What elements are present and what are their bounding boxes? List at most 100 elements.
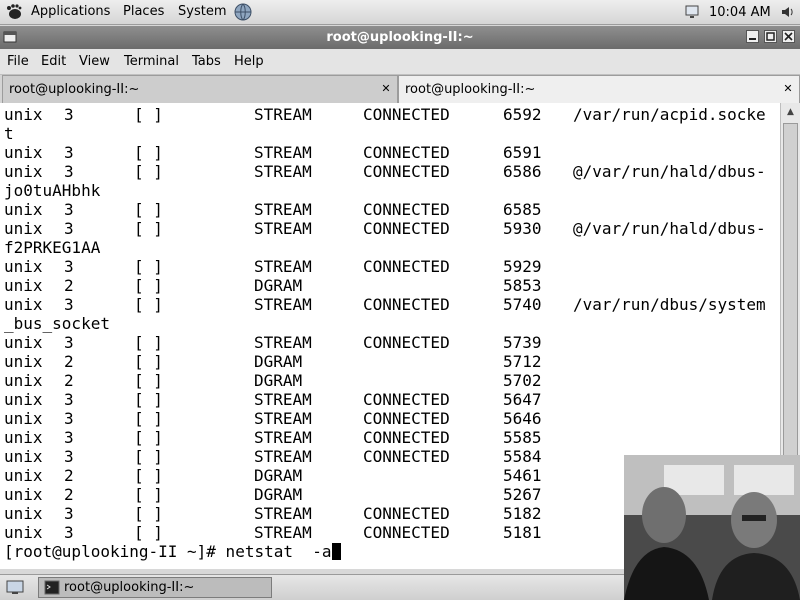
proto-cell: unix — [4, 257, 43, 276]
proto-cell: unix — [4, 295, 43, 314]
inode-cell: 6585 — [503, 200, 542, 219]
inode-cell: 5740 — [503, 295, 542, 314]
inode-cell: 6591 — [503, 143, 542, 162]
volume-icon[interactable] — [780, 4, 796, 20]
menu-tabs[interactable]: Tabs — [192, 54, 221, 69]
flags-cell: [ ] — [134, 162, 163, 181]
inode-cell: 5182 — [503, 504, 542, 523]
type-cell: STREAM — [254, 428, 312, 447]
proto-cell: unix — [4, 162, 43, 181]
type-cell: STREAM — [254, 504, 312, 523]
shell-prompt-line[interactable]: [root@uplooking-II ~]# netstat -a — [4, 542, 341, 561]
state-cell: CONNECTED — [363, 523, 450, 542]
state-cell: CONNECTED — [363, 219, 450, 238]
system-menu[interactable]: System — [178, 4, 226, 19]
state-cell: CONNECTED — [363, 105, 450, 124]
refcnt-cell: 2 — [64, 485, 74, 504]
type-cell: DGRAM — [254, 352, 303, 371]
refcnt-cell: 3 — [64, 257, 74, 276]
flags-cell: [ ] — [134, 371, 163, 390]
tab-terminal-2[interactable]: root@uplooking-II:~ ✕ — [398, 75, 800, 103]
refcnt-cell: 3 — [64, 162, 74, 181]
show-desktop-icon[interactable] — [6, 579, 24, 595]
type-cell: STREAM — [254, 219, 312, 238]
state-cell: CONNECTED — [363, 162, 450, 181]
clock[interactable]: 10:04 AM — [709, 5, 771, 20]
refcnt-cell: 3 — [64, 295, 74, 314]
state-cell: CONNECTED — [363, 447, 450, 466]
refcnt-cell: 3 — [64, 105, 74, 124]
taskbar-window-button[interactable]: root@uplooking-II:~ — [38, 577, 272, 598]
tab-label: root@uplooking-II:~ — [405, 82, 536, 97]
proto-cell: unix — [4, 428, 43, 447]
state-cell: CONNECTED — [363, 257, 450, 276]
top-panel: Applications Places System 10:04 AM — [0, 0, 800, 25]
flags-cell: [ ] — [134, 447, 163, 466]
flags-cell: [ ] — [134, 485, 163, 504]
type-cell: STREAM — [254, 295, 312, 314]
proto-cell: unix — [4, 390, 43, 409]
tab-terminal-1[interactable]: root@uplooking-II:~ ✕ — [2, 75, 398, 103]
tab-bar: root@uplooking-II:~ ✕ root@uplooking-II:… — [0, 75, 800, 103]
wrapped-text: jo0tuAHbhk — [4, 181, 101, 200]
flags-cell: [ ] — [134, 105, 163, 124]
type-cell: STREAM — [254, 105, 312, 124]
refcnt-cell: 3 — [64, 219, 74, 238]
flags-cell: [ ] — [134, 409, 163, 428]
globe-icon[interactable] — [233, 2, 253, 22]
refcnt-cell: 3 — [64, 504, 74, 523]
menu-edit[interactable]: Edit — [41, 54, 66, 69]
state-cell: CONNECTED — [363, 390, 450, 409]
close-icon[interactable]: ✕ — [781, 82, 795, 96]
refcnt-cell: 2 — [64, 352, 74, 371]
refcnt-cell: 3 — [64, 523, 74, 542]
maximize-icon[interactable] — [764, 30, 777, 43]
menu-terminal[interactable]: Terminal — [124, 54, 179, 69]
menu-file[interactable]: File — [7, 54, 29, 69]
close-icon[interactable] — [782, 30, 795, 43]
scroll-up-icon[interactable]: ▲ — [783, 105, 798, 120]
state-cell: CONNECTED — [363, 409, 450, 428]
state-cell: CONNECTED — [363, 295, 450, 314]
state-cell: CONNECTED — [363, 333, 450, 352]
terminal-wrapped-line: jo0tuAHbhk — [4, 181, 100, 200]
state-cell: CONNECTED — [363, 428, 450, 447]
type-cell: STREAM — [254, 257, 312, 276]
inode-cell: 5267 — [503, 485, 542, 504]
inode-cell: 5702 — [503, 371, 542, 390]
places-menu[interactable]: Places — [123, 4, 164, 19]
menu-view[interactable]: View — [79, 54, 110, 69]
type-cell: STREAM — [254, 162, 312, 181]
refcnt-cell: 3 — [64, 143, 74, 162]
proto-cell: unix — [4, 371, 43, 390]
inode-cell: 6586 — [503, 162, 542, 181]
proto-cell: unix — [4, 333, 43, 352]
state-cell: CONNECTED — [363, 504, 450, 523]
applications-menu[interactable]: Applications — [31, 4, 110, 19]
monitor-icon[interactable] — [685, 5, 699, 19]
refcnt-cell: 3 — [64, 428, 74, 447]
shell-prompt: [root@uplooking-II ~]# netstat -a — [4, 542, 332, 561]
flags-cell: [ ] — [134, 219, 163, 238]
inode-cell: 6592 — [503, 105, 542, 124]
proto-cell: unix — [4, 523, 43, 542]
state-cell: CONNECTED — [363, 143, 450, 162]
menu-help[interactable]: Help — [234, 54, 264, 69]
minimize-icon[interactable] — [746, 30, 759, 43]
wrapped-text: _bus_socket — [4, 314, 110, 333]
state-cell: CONNECTED — [363, 200, 450, 219]
inode-cell: 5712 — [503, 352, 542, 371]
terminal-icon — [44, 580, 60, 595]
gnome-foot-icon[interactable] — [5, 3, 23, 21]
refcnt-cell: 2 — [64, 276, 74, 295]
flags-cell: [ ] — [134, 428, 163, 447]
proto-cell: unix — [4, 143, 43, 162]
window-titlebar[interactable]: root@uplooking-II:~ — [0, 26, 800, 49]
close-icon[interactable]: ✕ — [379, 82, 393, 96]
inode-cell: 5929 — [503, 257, 542, 276]
flags-cell: [ ] — [134, 333, 163, 352]
inode-cell: 5585 — [503, 428, 542, 447]
flags-cell: [ ] — [134, 257, 163, 276]
wrapped-text: f2PRKEG1AA — [4, 238, 101, 257]
refcnt-cell: 2 — [64, 371, 74, 390]
